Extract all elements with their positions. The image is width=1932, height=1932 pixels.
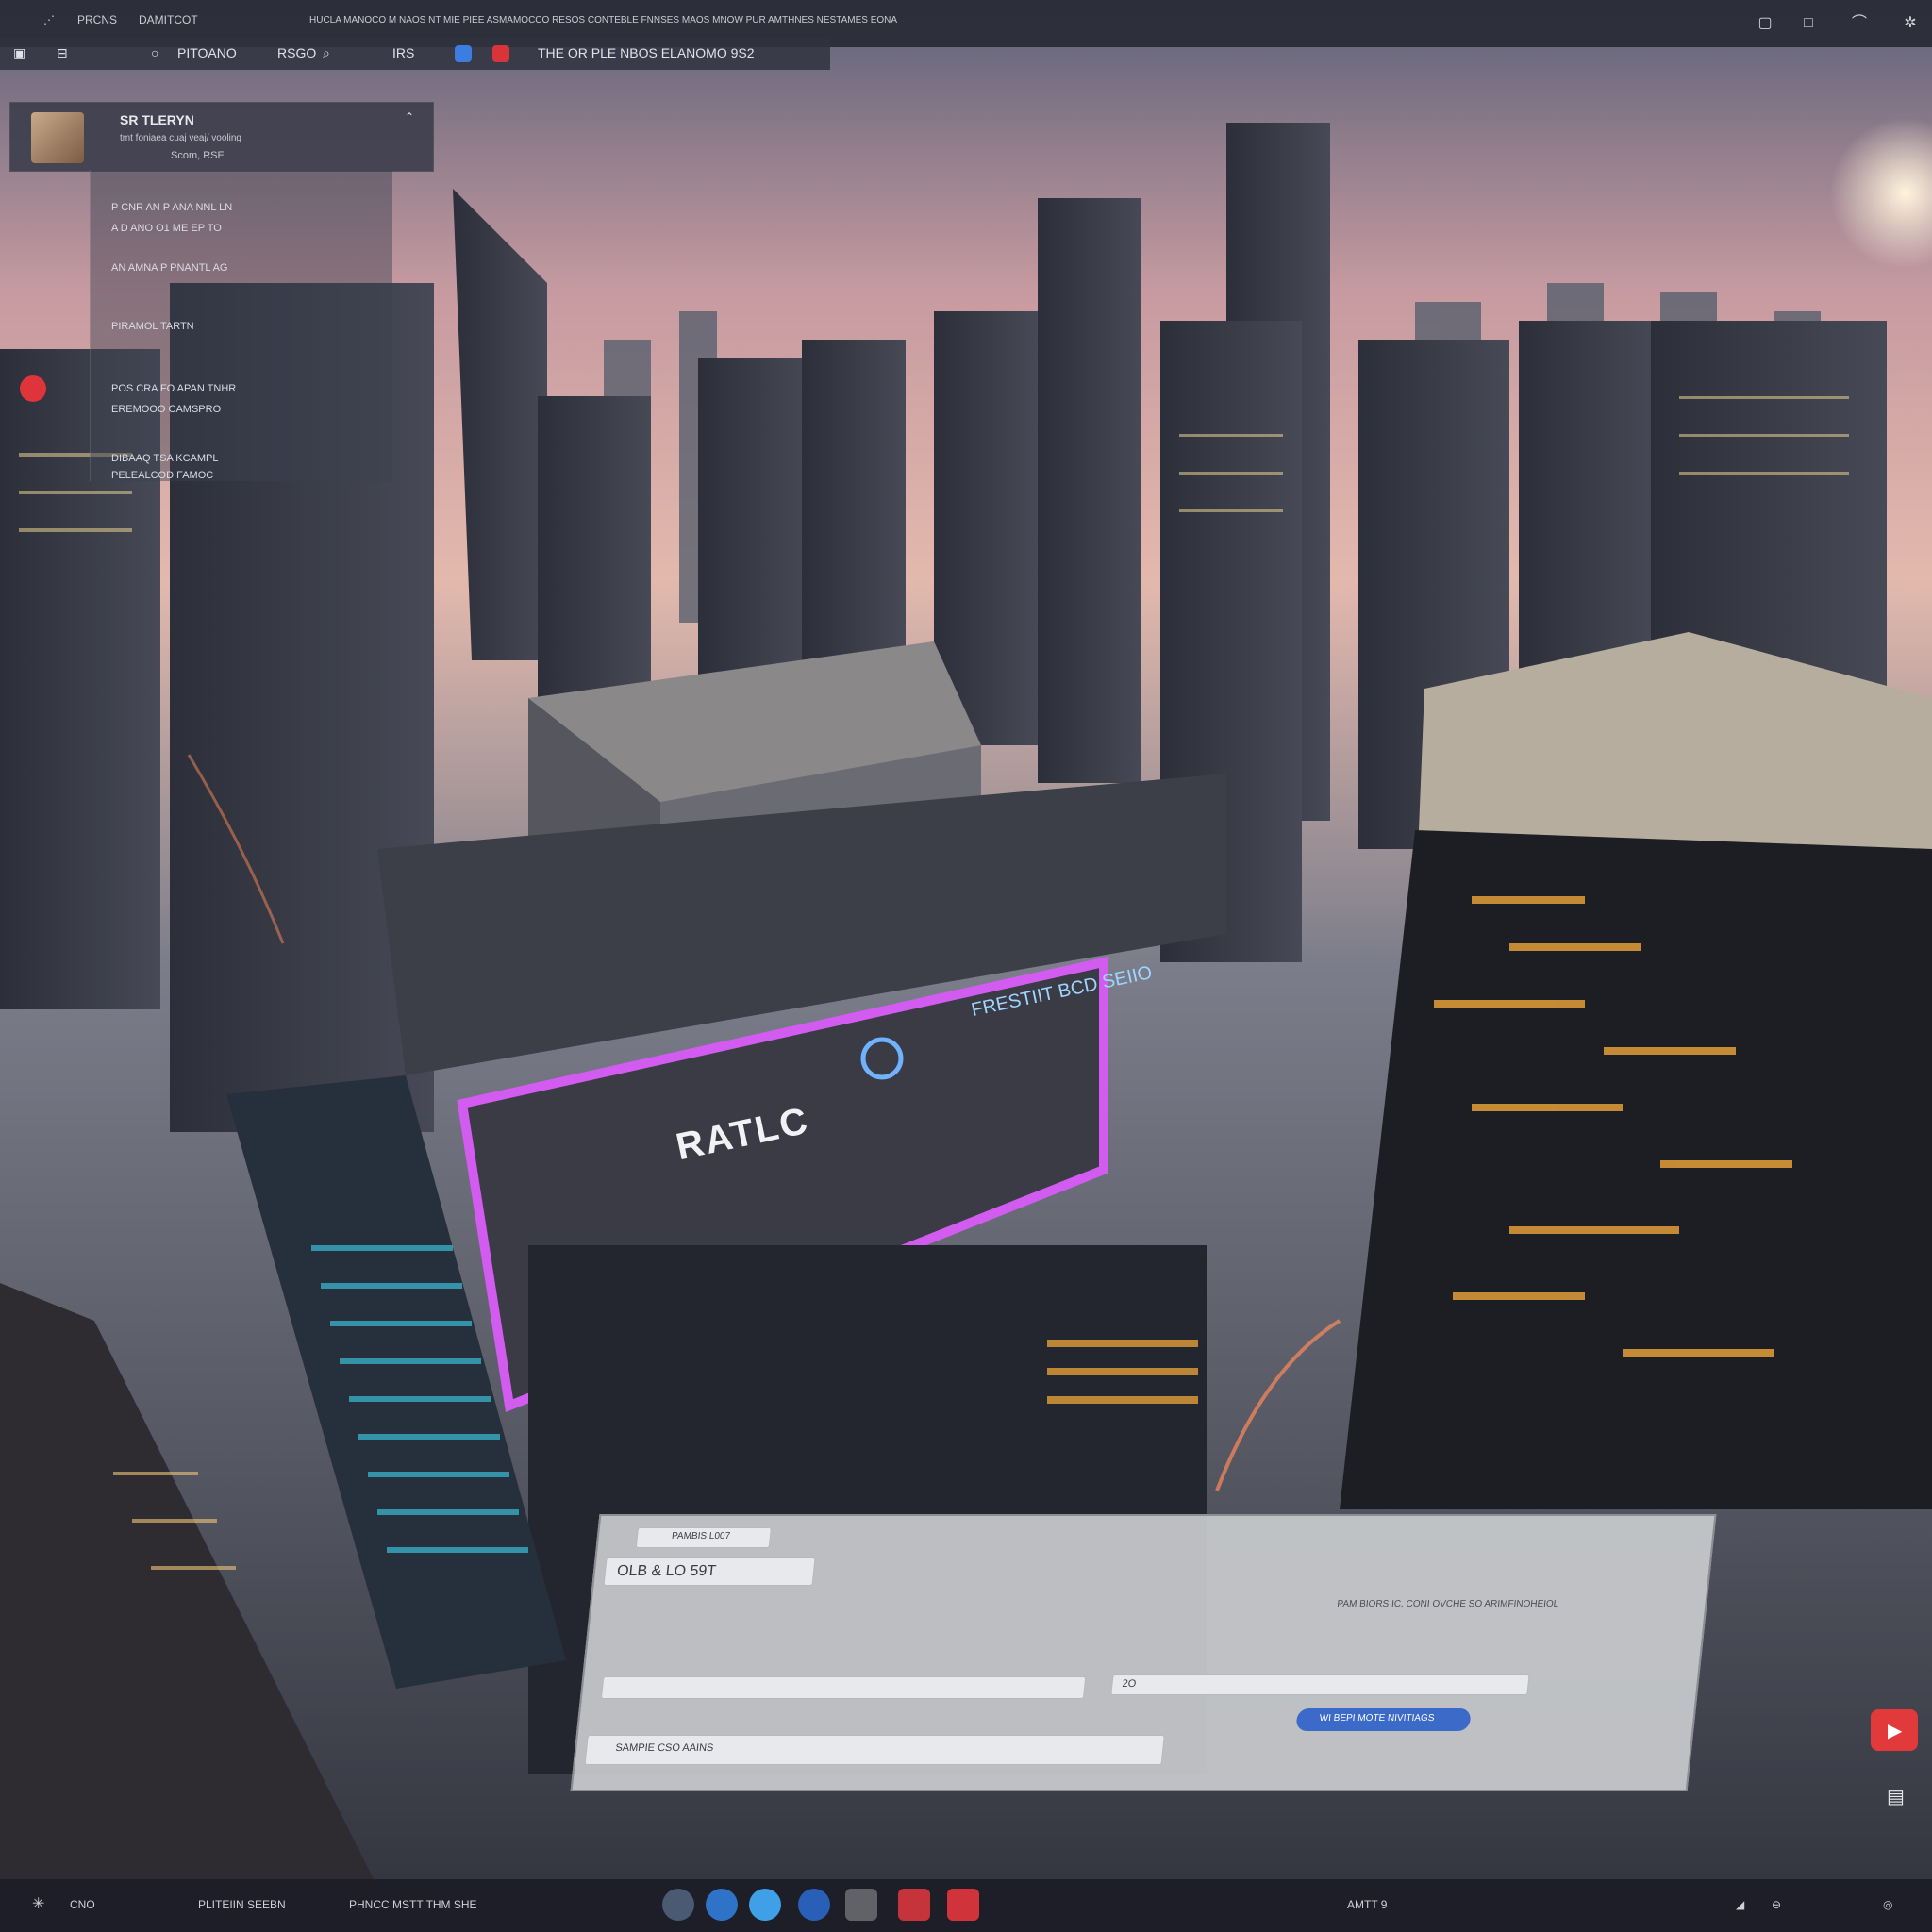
app-icon-3[interactable] xyxy=(749,1889,781,1921)
info-glass-panel: P CNR AN P ANA NNL LN A D ANO O1 ME EP T… xyxy=(90,170,392,481)
bottom-dialog-panel: PAMBIS L007 OLB & LO 59T SAMPIE CSO AAIN… xyxy=(570,1514,1717,1791)
panel-bar[interactable] xyxy=(600,1676,1087,1699)
app-icon-7[interactable] xyxy=(947,1889,979,1921)
glass-line: PIRAMOL TARTN xyxy=(111,321,194,332)
app-icon-2[interactable] xyxy=(706,1889,738,1921)
wifi-icon[interactable]: ◢ xyxy=(1736,1898,1744,1911)
panel-field[interactable]: 2O xyxy=(1110,1674,1530,1695)
panel-heading: OLB & LO 59T xyxy=(616,1563,717,1579)
document-icon[interactable]: ▤ xyxy=(1887,1785,1905,1808)
clock-icon[interactable]: ⊖ xyxy=(1772,1898,1781,1911)
app-icon-4[interactable] xyxy=(798,1889,830,1921)
taskbar-search[interactable]: PHNCC MSTT THM SHE xyxy=(349,1898,477,1911)
window-icon[interactable]: □ xyxy=(1796,11,1821,36)
panel-input-text: SAMPIE CSO AAINS xyxy=(614,1742,714,1754)
address-bar[interactable]: HUCLA MANOCO M NAOS NT MIE PIEE ASMAMOCC… xyxy=(309,15,989,25)
panel-action-button[interactable]: WI BEPI MOTE NIVITIAGS xyxy=(1295,1708,1472,1731)
chevron-up-icon[interactable]: ⌃ xyxy=(405,110,414,124)
play-button[interactable]: ▶ xyxy=(1871,1709,1918,1751)
red-app-icon[interactable] xyxy=(492,45,509,62)
profile-name: SR TLERYN xyxy=(120,112,194,127)
panel-field-text: 2O xyxy=(1121,1678,1137,1690)
top-tab-2[interactable]: DAMITCOT xyxy=(139,13,198,26)
play-icon: ▶ xyxy=(1888,1721,1903,1741)
glass-line: A D ANO O1 ME EP TO xyxy=(111,223,222,234)
profile-card[interactable]: SR TLERYN tmt foniaea cuaj veaj/ vooling… xyxy=(9,102,434,172)
panel-notes: PAM BIORS IC, CONI OVCHE SO ARIMFINOHEIO… xyxy=(1336,1599,1559,1609)
glass-line: POS CRA FO APAN TNHR xyxy=(111,383,237,394)
start-icon[interactable]: ✳ xyxy=(32,1894,44,1913)
taskbar-left-label[interactable]: CNO xyxy=(70,1898,95,1911)
panel-input[interactable]: SAMPIE CSO AAINS xyxy=(584,1735,1165,1765)
glass-line: DIBAAQ TSA KCAMPL xyxy=(111,453,219,464)
panel-action-label: WI BEPI MOTE NIVITIAGS xyxy=(1319,1713,1435,1724)
menu-icon[interactable]: ⋰ xyxy=(43,13,55,26)
chat-icon[interactable]: ▢ xyxy=(1753,11,1777,36)
circle-icon[interactable]: ○ xyxy=(151,45,158,60)
image-icon[interactable]: ▣ xyxy=(13,45,25,61)
search-icon[interactable]: ⌕ xyxy=(323,45,330,61)
glass-line: PELEALCOD FAMOC xyxy=(111,470,214,481)
profile-subtitle: tmt foniaea cuaj veaj/ vooling xyxy=(120,133,242,143)
notification-icon[interactable]: ◎ xyxy=(1883,1898,1892,1911)
frame-icon[interactable]: ⊟ xyxy=(57,45,68,61)
settings-icon[interactable]: ✲ xyxy=(1898,11,1923,36)
app-icon-5[interactable] xyxy=(845,1889,877,1921)
glass-line: EREMOOO CAMSPRO xyxy=(111,404,222,415)
glass-line: P CNR AN P ANA NNL LN xyxy=(111,202,233,213)
blue-app-icon[interactable] xyxy=(455,45,472,62)
taskbar: ✳ CNO PLITEIIN SEEBN PHNCC MSTT THM SHE … xyxy=(0,1879,1932,1932)
profile-meta: Scom, RSE xyxy=(171,150,225,161)
app-icon-6[interactable] xyxy=(898,1889,930,1921)
toolbar-item-3[interactable]: IRS xyxy=(392,45,414,60)
avatar[interactable] xyxy=(31,112,84,163)
panel-tab-label: PAMBIS L007 xyxy=(671,1531,731,1541)
toolbar-title: THE OR PLE NBOS ELANOMO 9S2 xyxy=(538,45,755,60)
taskbar-status: AMTT 9 xyxy=(1347,1898,1388,1911)
panel-heading-box: OLB & LO 59T xyxy=(603,1557,816,1586)
top-tab-1[interactable]: PRCNS xyxy=(77,13,117,26)
toolbar-item-2[interactable]: RSGO xyxy=(277,45,316,60)
toolbar-item-1[interactable]: PITOANO xyxy=(177,45,237,60)
app-toolbar: ▣ ⊟ ○ PITOANO RSGO ⌕ IRS THE OR PLE NBOS… xyxy=(0,38,830,70)
taskbar-app-label[interactable]: PLITEIIN SEEBN xyxy=(198,1898,286,1911)
trend-icon[interactable]: ⌒ xyxy=(1847,11,1872,36)
glass-line: AN AMNA P PNANTL AG xyxy=(111,262,228,274)
panel-tab[interactable]: PAMBIS L007 xyxy=(635,1527,772,1548)
app-icon-1[interactable] xyxy=(662,1889,694,1921)
